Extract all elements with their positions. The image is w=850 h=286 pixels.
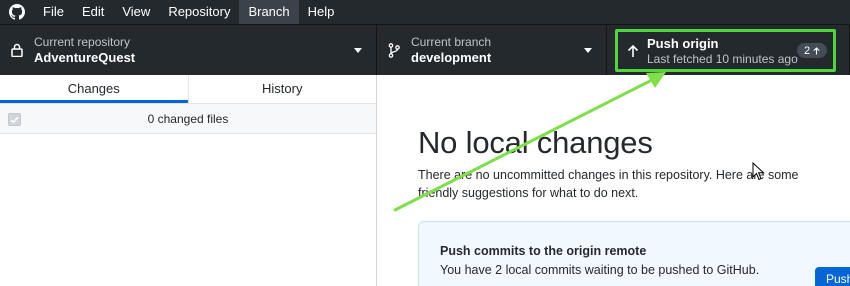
menu-repository[interactable]: Repository: [159, 0, 239, 24]
caret-down-icon: [584, 47, 592, 53]
menu-help[interactable]: Help: [299, 0, 344, 24]
current-branch-button[interactable]: Current branch development: [377, 25, 607, 75]
ahead-count-badge: 2: [797, 43, 827, 58]
card-description: You have 2 local commits waiting to be p…: [440, 263, 760, 277]
arrow-up-icon: [619, 44, 647, 58]
changes-sidebar: Changes History 0 changed files: [0, 75, 377, 286]
lock-icon: [0, 43, 34, 57]
mouse-cursor-icon: [752, 162, 765, 181]
arrow-up-icon: [813, 46, 820, 54]
tab-history[interactable]: History: [187, 75, 377, 103]
page-description: There are no uncommitted changes in this…: [418, 168, 799, 200]
tab-changes[interactable]: Changes: [0, 75, 188, 103]
changed-files-count: 0 changed files: [147, 111, 229, 126]
repository-name: AdventureQuest: [34, 49, 136, 65]
caret-down-icon: [354, 47, 362, 53]
sidebar-tabs: Changes History: [0, 75, 376, 104]
github-logo-icon: [0, 0, 34, 24]
ahead-count: 2: [803, 44, 811, 57]
current-repository-button[interactable]: Current repository AdventureQuest: [0, 25, 377, 75]
checkbox-icon[interactable]: [8, 113, 21, 126]
repository-label: Current repository: [34, 34, 131, 49]
page-title: No local changes: [418, 125, 653, 160]
push-button[interactable]: Push: [815, 267, 850, 286]
menu-edit[interactable]: Edit: [73, 0, 113, 24]
menu-branch[interactable]: Branch: [239, 0, 299, 24]
card-title: Push commits to the origin remote: [440, 244, 647, 258]
menu-bar: File Edit View Repository Branch Help: [0, 0, 850, 24]
branch-name: development: [411, 49, 492, 65]
branch-label: Current branch: [411, 34, 492, 49]
main-content: No local changes There are no uncommitte…: [378, 75, 850, 286]
push-suggestion-card: Push commits to the origin remote You ha…: [418, 221, 850, 286]
menu-view[interactable]: View: [113, 0, 159, 24]
changes-header-row: 0 changed files: [0, 104, 376, 134]
menu-file[interactable]: File: [34, 0, 73, 24]
branch-icon: [377, 42, 411, 58]
